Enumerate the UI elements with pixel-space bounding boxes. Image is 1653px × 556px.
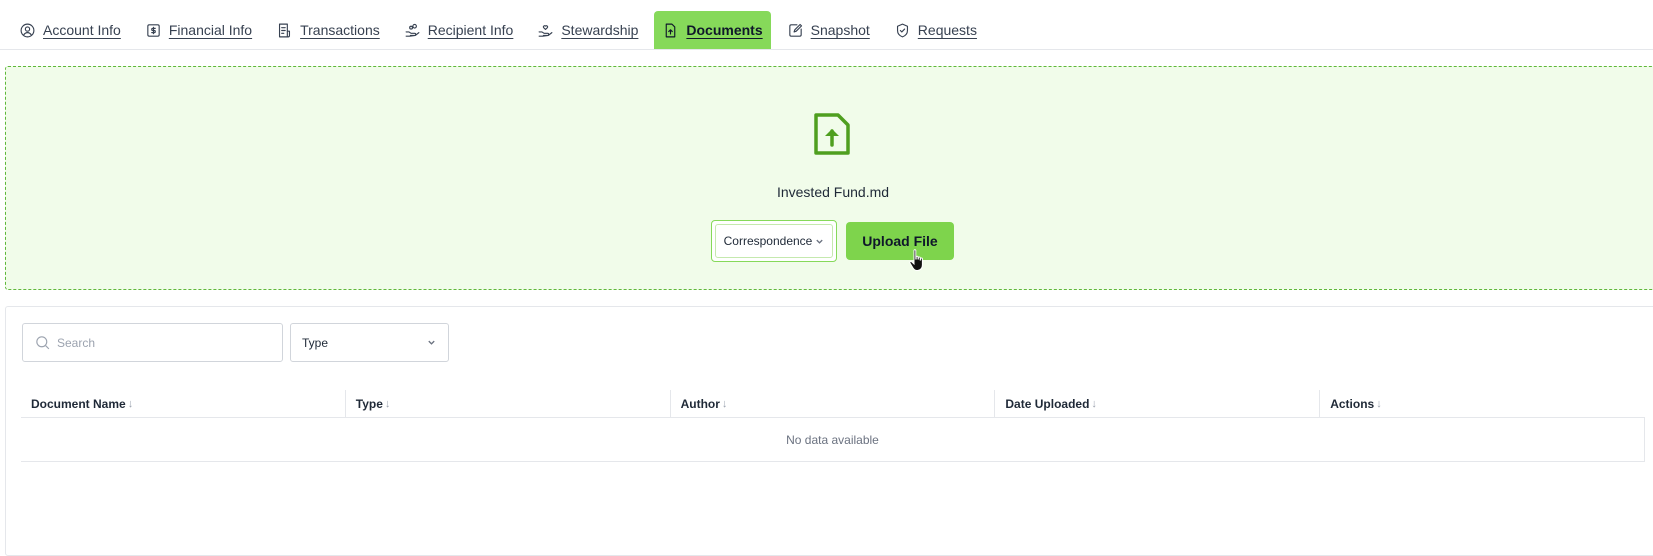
- column-header-date-uploaded[interactable]: Date Uploaded ↓: [995, 390, 1321, 417]
- tab-bar: Account Info Financial Info Transactions…: [0, 0, 1653, 50]
- column-header-author[interactable]: Author ↓: [671, 390, 996, 417]
- tab-label: Stewardship: [561, 22, 639, 38]
- receipt-icon: [279, 23, 291, 37]
- dollar-square-icon: [147, 23, 160, 37]
- chevron-down-icon: [816, 239, 824, 244]
- column-header-actions[interactable]: Actions ↓: [1320, 390, 1645, 417]
- search-box[interactable]: [22, 323, 283, 362]
- sort-arrow-icon: ↓: [127, 397, 134, 410]
- tab-label: Requests: [917, 22, 977, 38]
- file-upload-icon: [666, 23, 676, 37]
- sort-arrow-icon: ↓: [1091, 397, 1097, 410]
- note-edit-icon: [788, 23, 802, 37]
- tab-stewardship[interactable]: Stewardship: [529, 11, 646, 49]
- user-circle-icon: [20, 23, 35, 37]
- tab-label: Recipient Info: [427, 22, 514, 38]
- sort-arrow-icon: ↓: [1376, 397, 1382, 410]
- upload-file-button[interactable]: Upload File: [846, 222, 954, 260]
- tab-label: Snapshot: [810, 22, 870, 38]
- search-input[interactable]: [57, 335, 257, 350]
- document-type-select[interactable]: Correspondence: [711, 220, 837, 262]
- tab-label: Transactions: [300, 22, 380, 38]
- hand-heart-icon: [538, 24, 553, 37]
- type-filter-label: Type: [302, 335, 329, 350]
- sort-arrow-icon: ↓: [721, 397, 728, 410]
- selected-file-name: Invested Fund.md: [776, 184, 890, 200]
- document-type-value: Correspondence: [723, 234, 813, 248]
- tab-label: Account Info: [43, 22, 121, 38]
- tab-label: Financial Info: [168, 22, 253, 38]
- column-header-document-name[interactable]: Document Name ↓: [21, 390, 346, 417]
- hand-coins-icon: [405, 23, 420, 37]
- tab-documents[interactable]: Documents: [654, 11, 771, 49]
- tab-transactions[interactable]: Transactions: [268, 11, 388, 49]
- column-header-type[interactable]: Type ↓: [346, 390, 671, 417]
- tab-account-info[interactable]: Account Info: [11, 11, 129, 49]
- tab-financial-info[interactable]: Financial Info: [137, 11, 260, 49]
- tab-label: Documents: [686, 22, 763, 38]
- shield-check-icon: [896, 23, 908, 37]
- tab-recipient-info[interactable]: Recipient Info: [396, 11, 522, 49]
- type-filter-select[interactable]: Type: [290, 323, 449, 362]
- hand-pointer-cursor-icon: [909, 249, 923, 271]
- search-icon: [36, 336, 50, 350]
- table-header: Document Name ↓ Type ↓ Author ↓ Date Upload…: [21, 390, 1645, 418]
- sort-arrow-icon: ↓: [384, 397, 391, 410]
- documents-table: Document Name ↓ Type ↓ Author ↓ Date Upload…: [21, 390, 1645, 462]
- tab-snapshot[interactable]: Snapshot: [779, 11, 878, 49]
- empty-state-message: No data available: [21, 418, 1645, 462]
- chevron-down-icon: [428, 340, 435, 345]
- tab-requests[interactable]: Requests: [886, 11, 985, 49]
- file-upload-icon: [814, 113, 850, 155]
